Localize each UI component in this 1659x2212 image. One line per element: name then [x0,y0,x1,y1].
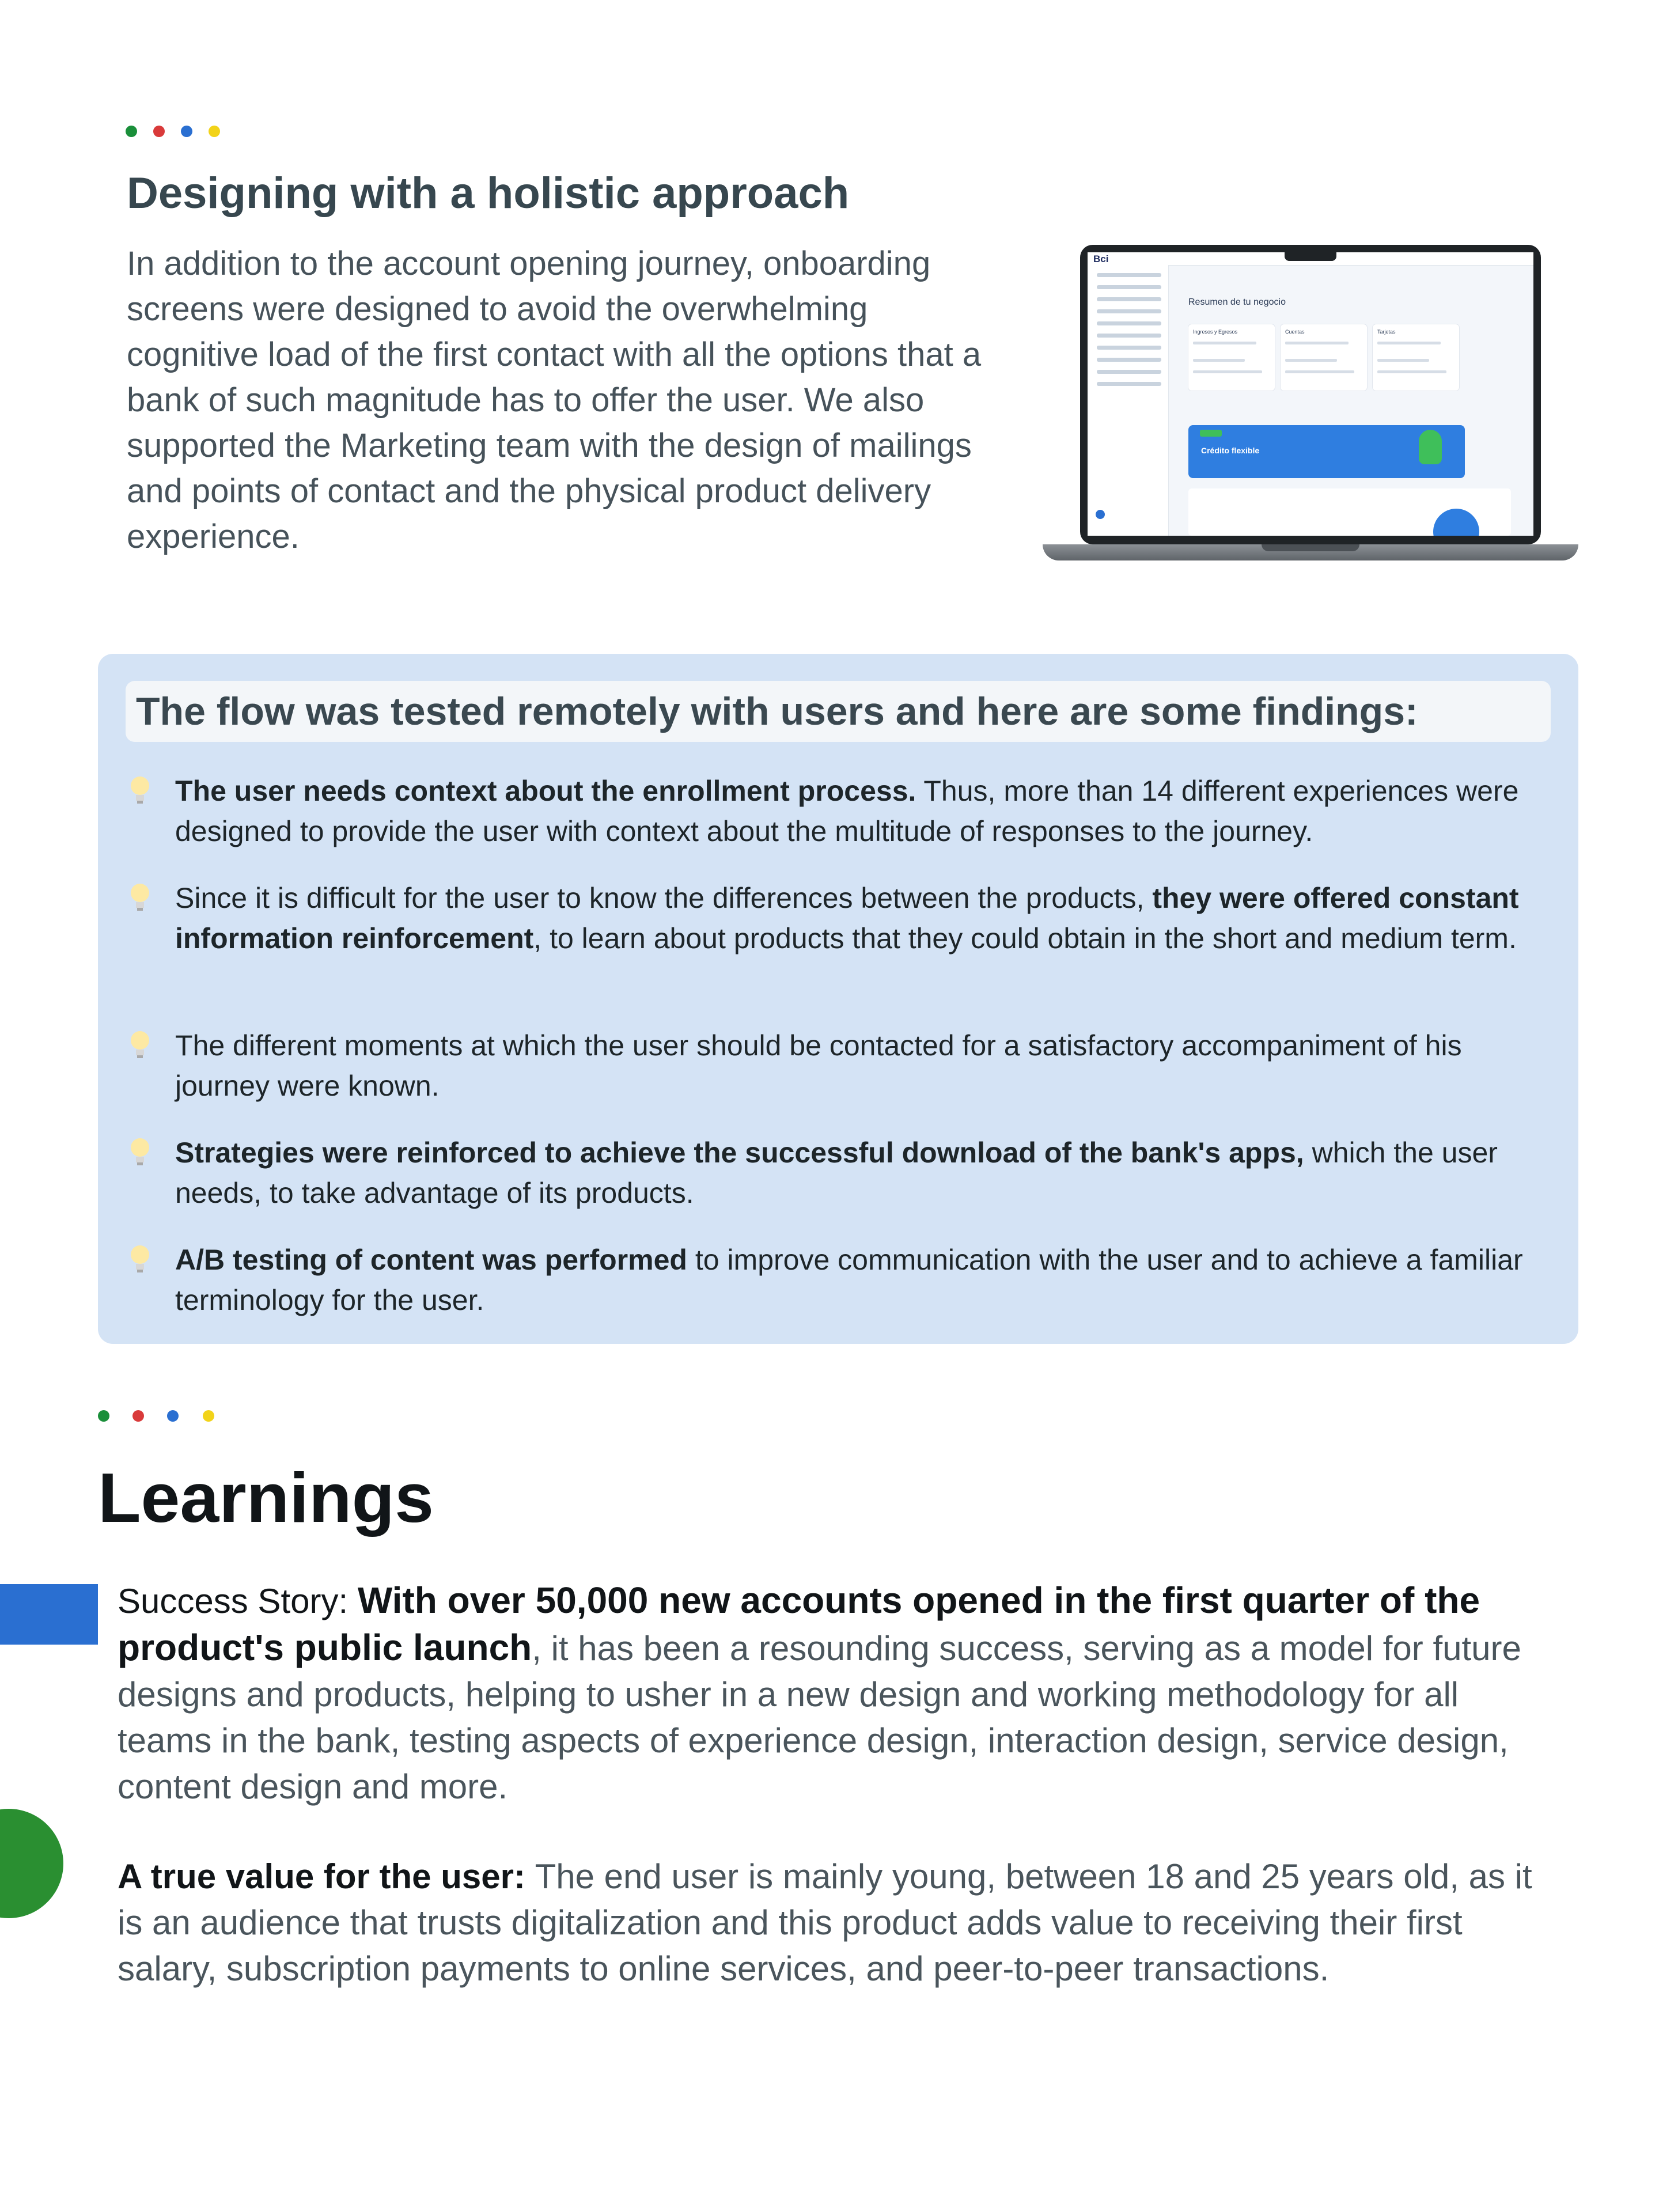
red-dot [132,1410,144,1422]
screen-heading: Resumen de tu negocio [1188,297,1286,307]
laptop-screen: Bci Resumen de tu negocio Ingresos y Egr… [1088,252,1533,536]
laptop-mockup: Bci Resumen de tu negocio Ingresos y Egr… [1037,245,1584,579]
blue-dot [181,126,192,137]
section-title: Designing with a holistic approach [127,169,850,218]
section-body: In addition to the account opening journ… [127,245,982,555]
screen-sidebar [1088,265,1169,536]
red-dot [153,126,165,137]
green-dot [98,1410,109,1422]
lightbulb-icon [131,1031,149,1058]
success-story-paragraph: Success Story: With over 50,000 new acco… [118,1580,1521,1806]
screen-card: Cuentas [1281,324,1367,391]
lightbulb-icon [131,1138,149,1165]
screen-card: Tarjetas [1373,324,1459,391]
green-dot [126,126,137,137]
decorative-blue-block [0,1584,98,1645]
blue-dot [167,1410,179,1422]
screen-card: Ingresos y Egresos [1188,324,1275,391]
lightbulb-icon [131,777,149,804]
lightbulb-icon [131,1245,149,1272]
bank-logo: Bci [1093,253,1109,264]
mascot-illustration [1419,430,1442,464]
yellow-dot [203,1410,214,1422]
learnings-title: Learnings [98,1459,434,1537]
laptop-notch [1285,252,1336,261]
findings-title: The flow was tested remotely with users … [136,690,1418,733]
screen-banner: Crédito flexible [1188,425,1465,478]
lightbulb-icon [131,884,149,911]
yellow-dot [209,126,220,137]
help-icon [1096,510,1105,519]
decorative-green-circle [0,1809,63,1918]
user-value-paragraph: A true value for the user: The end user … [118,1857,1532,1988]
